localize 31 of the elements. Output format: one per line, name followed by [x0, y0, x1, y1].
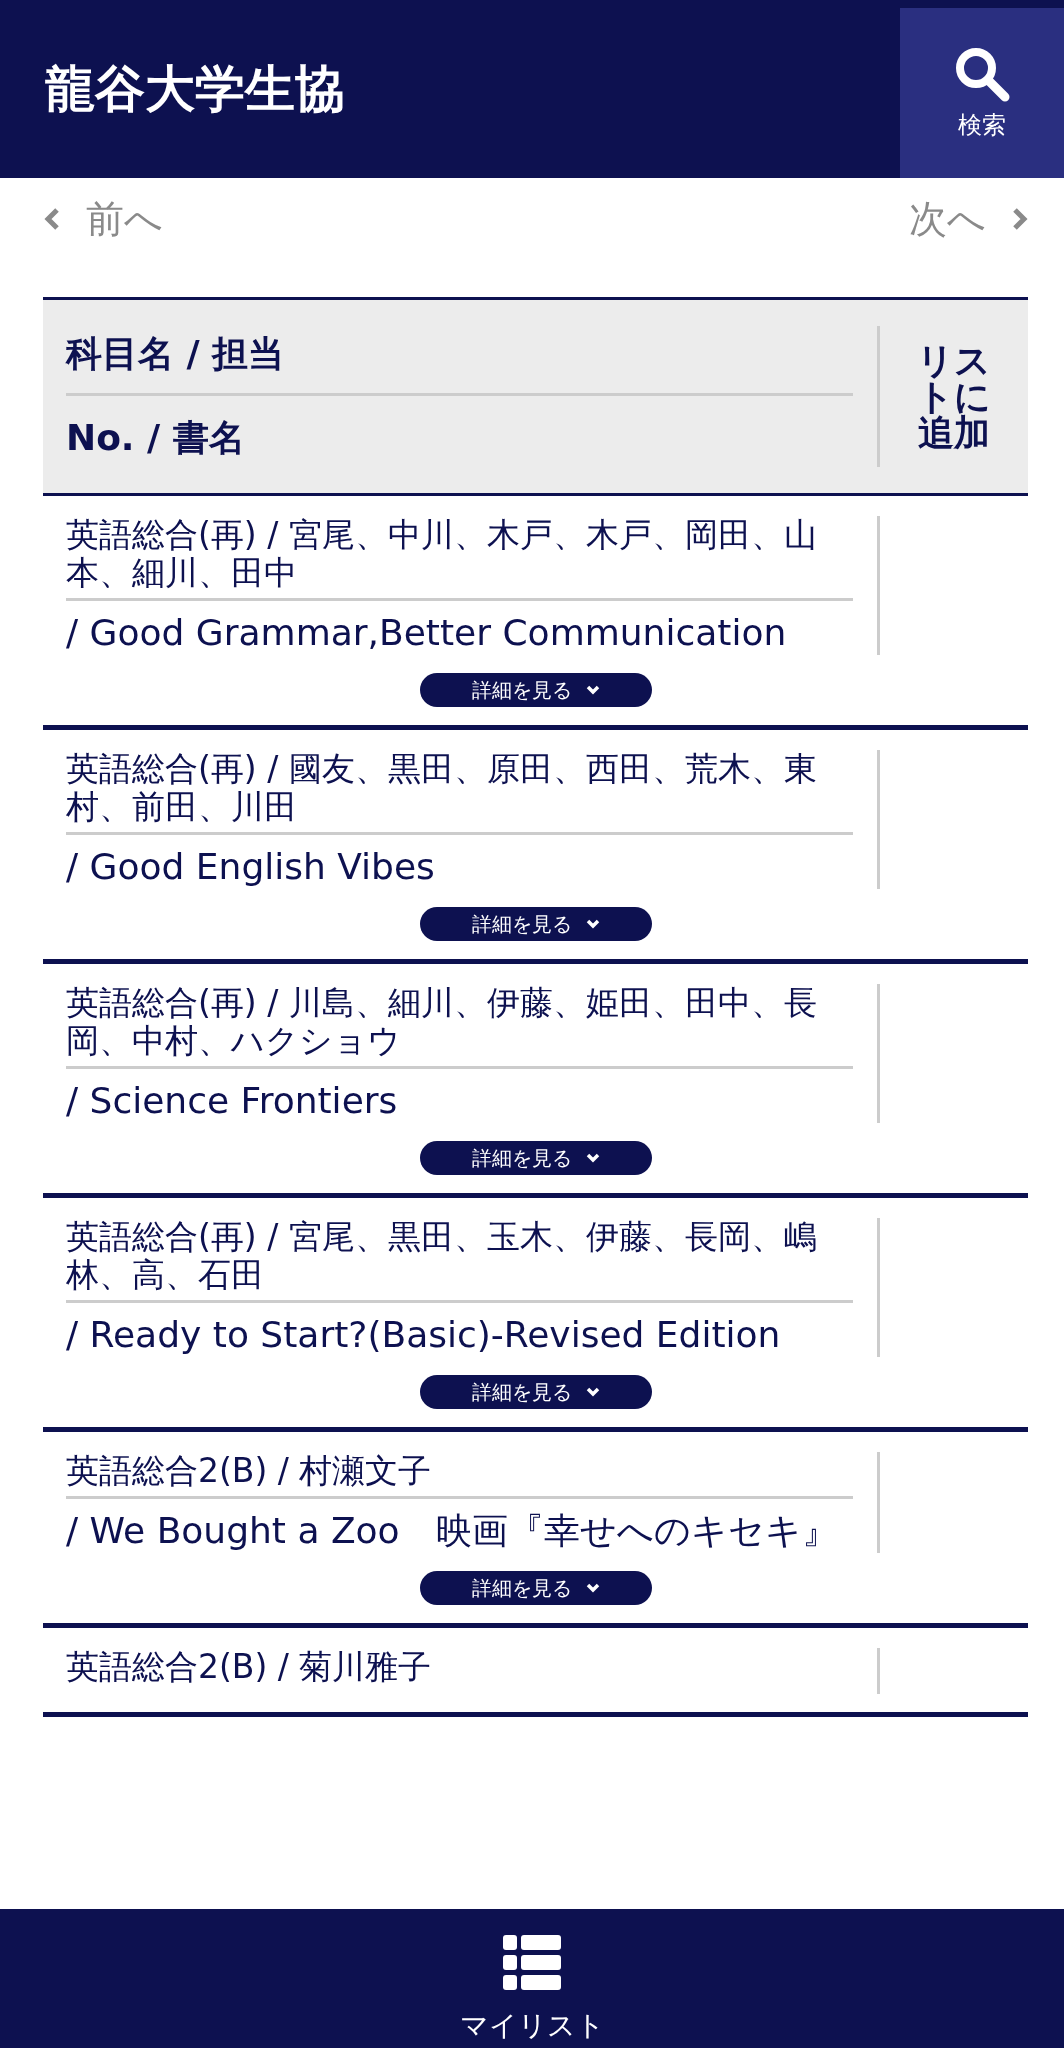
- book-title: / Good English Vibes: [66, 845, 436, 889]
- list-icon: [503, 1935, 561, 1991]
- details-button[interactable]: 詳細を見る: [419, 907, 652, 941]
- course-instructor: 英語総合(再) / 宮尾、中川、木戸、木戸、岡田、山本、細川、田中: [66, 516, 853, 601]
- site-title: 龍谷大学生協: [44, 58, 346, 120]
- chevron-down-icon: [585, 1387, 600, 1397]
- book-title: / Good Grammar,Better Communication: [66, 611, 788, 655]
- column-header: 科目名 / 担当: [66, 326, 853, 396]
- details-button[interactable]: 詳細を見る: [419, 1141, 652, 1175]
- book-title: / Ready to Start?(Basic)-Revised Edition: [66, 1313, 782, 1357]
- book-title: / We Bought a Zoo 映画『幸せへのキセキ』: [66, 1509, 839, 1553]
- details-button[interactable]: 詳細を見る: [419, 1375, 652, 1409]
- course-instructor: 英語総合(再) / 川島、細川、伊藤、姫田、田中、長岡、中村、ハクショウ: [66, 984, 853, 1069]
- course-instructor: 英語総合2(B) / 村瀬文子: [66, 1452, 853, 1499]
- search-button[interactable]: 検索: [900, 8, 1064, 178]
- chevron-down-icon: [585, 685, 600, 695]
- book-title: / Science Frontiers: [66, 1079, 399, 1123]
- search-icon: [953, 45, 1011, 103]
- details-button[interactable]: 詳細を見る: [419, 673, 652, 707]
- column-header: No. / 書名: [66, 416, 246, 460]
- chevron-down-icon: [585, 1583, 600, 1593]
- details-button[interactable]: 詳細を見る: [419, 1571, 652, 1605]
- chevron-down-icon: [585, 1153, 600, 1163]
- my-list-tab[interactable]: マイリスト: [453, 1909, 611, 2048]
- course-instructor: 英語総合2(B) / 菊川雅子: [66, 1648, 433, 1688]
- course-instructor: 英語総合(再) / 國友、黒田、原田、西田、荒木、東村、前田、川田: [66, 750, 853, 835]
- course-instructor: 英語総合(再) / 宮尾、黒田、玉木、伊藤、長岡、嶋林、高、石田: [66, 1218, 853, 1303]
- chevron-right-icon: [1012, 207, 1028, 231]
- chevron-left-icon: [44, 207, 60, 231]
- chevron-down-icon: [585, 919, 600, 929]
- column-header: リストに追加: [916, 342, 992, 451]
